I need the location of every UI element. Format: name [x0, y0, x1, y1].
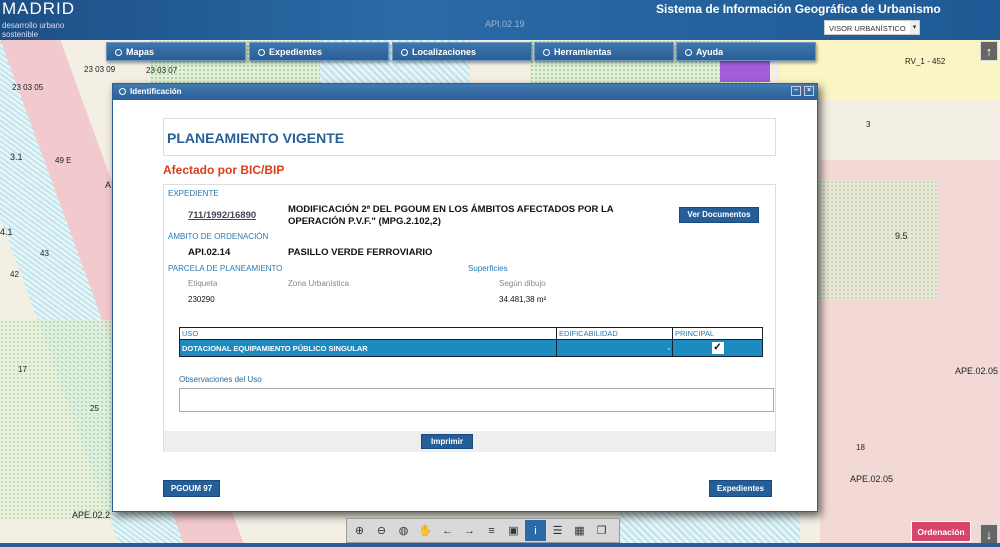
info-panel: EXPEDIENTE 711/1992/16890 MODIFICACIÓN 2…	[163, 184, 776, 452]
superficie-value: 34.481,38 m²	[499, 295, 547, 304]
map-toolbar: ⊕ ⊖ ◍ ✋ ← → ≡ ▣ i ☰ ▦ ❐	[346, 518, 620, 543]
map-label: A	[105, 180, 112, 190]
map-label: 17	[18, 365, 27, 374]
layers-icon[interactable]: ❐	[591, 520, 612, 541]
parcela-label: PARCELA DE PLANEAMIENTO	[168, 264, 283, 273]
observaciones-textarea[interactable]	[179, 388, 774, 412]
ordenacion-button[interactable]: Ordenación	[911, 521, 971, 542]
ambito-code: API.02.14	[188, 247, 231, 258]
zona-label: Zona Urbanística	[288, 279, 349, 288]
arrow-up-icon[interactable]: ↑	[980, 41, 998, 61]
overview-icon[interactable]: ▣	[503, 520, 524, 541]
table-header: USO EDIFICABILIDAD PRINCIPAL	[179, 327, 763, 340]
nav-herramientas[interactable]: Herramientas	[534, 42, 674, 61]
arrow-down-icon[interactable]: ↓	[980, 524, 998, 544]
expediente-desc: MODIFICACIÓN 2ª DEL PGOUM EN LOS ÁMBITOS…	[288, 204, 614, 215]
pgoum-button[interactable]: PGOUM 97	[163, 480, 220, 497]
ambito-label: ÁMBITO DE ORDENACIÓN	[168, 232, 269, 241]
info-icon[interactable]: i	[525, 520, 546, 541]
principal-checkbox[interactable]: ✓	[711, 342, 724, 354]
map-label: 25	[90, 404, 99, 413]
table-row[interactable]: DOTACIONAL EQUIPAMIENTO PÚBLICO SINGULAR…	[179, 339, 763, 357]
pan-hand-icon[interactable]: ✋	[415, 520, 436, 541]
nav-ayuda[interactable]: Ayuda	[676, 42, 816, 61]
map-label: 49 E	[55, 156, 72, 165]
logo-subtitle: desarrollo urbano sostenible	[2, 21, 65, 39]
identificacion-dialog: Identificación – × PLANEAMIENTO VIGENTE …	[112, 83, 818, 512]
list-icon[interactable]: ☰	[547, 520, 568, 541]
expedientes-button[interactable]: Expedientes	[709, 480, 772, 497]
map-label: 42	[10, 270, 19, 279]
circle-icon	[685, 49, 692, 56]
segun-dibujo-label: Según dibujo	[499, 279, 546, 288]
map-label: 43	[40, 249, 49, 258]
etiqueta-value: 230290	[188, 295, 215, 304]
map-label: 3.1	[10, 152, 23, 162]
map-label: APE.02.05	[850, 474, 894, 484]
expediente-desc-2: OPERACIÓN P.V.F." (MPG.2.102,2)	[288, 216, 441, 227]
map-label: 18	[856, 443, 865, 452]
map-label: APE.02.2	[72, 510, 111, 520]
ver-documentos-button[interactable]: Ver Documentos	[679, 207, 759, 223]
visor-select[interactable]: VISOR URBANÍSTICO ▾	[824, 20, 920, 35]
bic-warning: Afectado por BIC/BIP	[163, 163, 285, 177]
map-label: 23 03 05	[12, 83, 44, 92]
minimize-icon[interactable]: –	[791, 86, 801, 96]
arrow-right-icon[interactable]: →	[459, 520, 480, 541]
map-label: API.02.19	[485, 19, 525, 29]
page-title: PLANEAMIENTO VIGENTE	[163, 118, 776, 156]
nav-mapas[interactable]: Mapas	[106, 42, 246, 61]
nav-expedientes[interactable]: Expedientes	[249, 42, 389, 61]
map-label: 3	[866, 120, 871, 129]
nav-localizaciones[interactable]: Localizaciones	[392, 42, 532, 61]
zoom-out-icon[interactable]: ⊖	[371, 520, 392, 541]
map-label: 4.1	[0, 227, 13, 237]
app-title: Sistema de Información Geográfica de Urb…	[656, 2, 941, 16]
etiqueta-label: Etiqueta	[188, 279, 218, 288]
superficies-label: Superficies	[468, 264, 508, 273]
circle-icon	[115, 49, 122, 56]
dialog-titlebar[interactable]: Identificación – ×	[113, 84, 817, 100]
uso-table: USO EDIFICABILIDAD PRINCIPAL DOTACIONAL EQ…	[179, 327, 763, 357]
observaciones-label: Observaciones del Uso	[179, 375, 262, 384]
map-label: 23 03 07	[146, 66, 178, 75]
status-bar	[0, 543, 1000, 547]
circle-icon	[543, 49, 550, 56]
legend-icon[interactable]: ≡	[481, 520, 502, 541]
grid-icon[interactable]: ▦	[569, 520, 590, 541]
arrow-left-icon[interactable]: ←	[437, 520, 458, 541]
imprimir-button[interactable]: Imprimir	[421, 434, 473, 449]
globe-icon[interactable]: ◍	[393, 520, 414, 541]
chevron-down-icon: ▾	[910, 21, 919, 34]
circle-icon	[401, 49, 408, 56]
circle-icon	[119, 88, 126, 95]
ambito-name: PASILLO VERDE FERROVIARIO	[288, 247, 433, 258]
map-label: RV_1 - 452	[905, 57, 946, 66]
zoom-in-icon[interactable]: ⊕	[349, 520, 370, 541]
expediente-link[interactable]: 711/1992/16890	[188, 210, 256, 221]
map-label: 23 03 09	[84, 65, 116, 74]
close-icon[interactable]: ×	[804, 86, 814, 96]
panel-footer: Imprimir	[164, 431, 775, 452]
app-header: MADRID desarrollo urbano sostenible API.0…	[0, 0, 1000, 40]
logo: MADRID	[2, 0, 76, 18]
expediente-label: EXPEDIENTE	[168, 189, 219, 198]
circle-icon	[258, 49, 265, 56]
map-label: 9.5	[895, 231, 908, 241]
map-label: APE.02.05	[955, 366, 999, 376]
